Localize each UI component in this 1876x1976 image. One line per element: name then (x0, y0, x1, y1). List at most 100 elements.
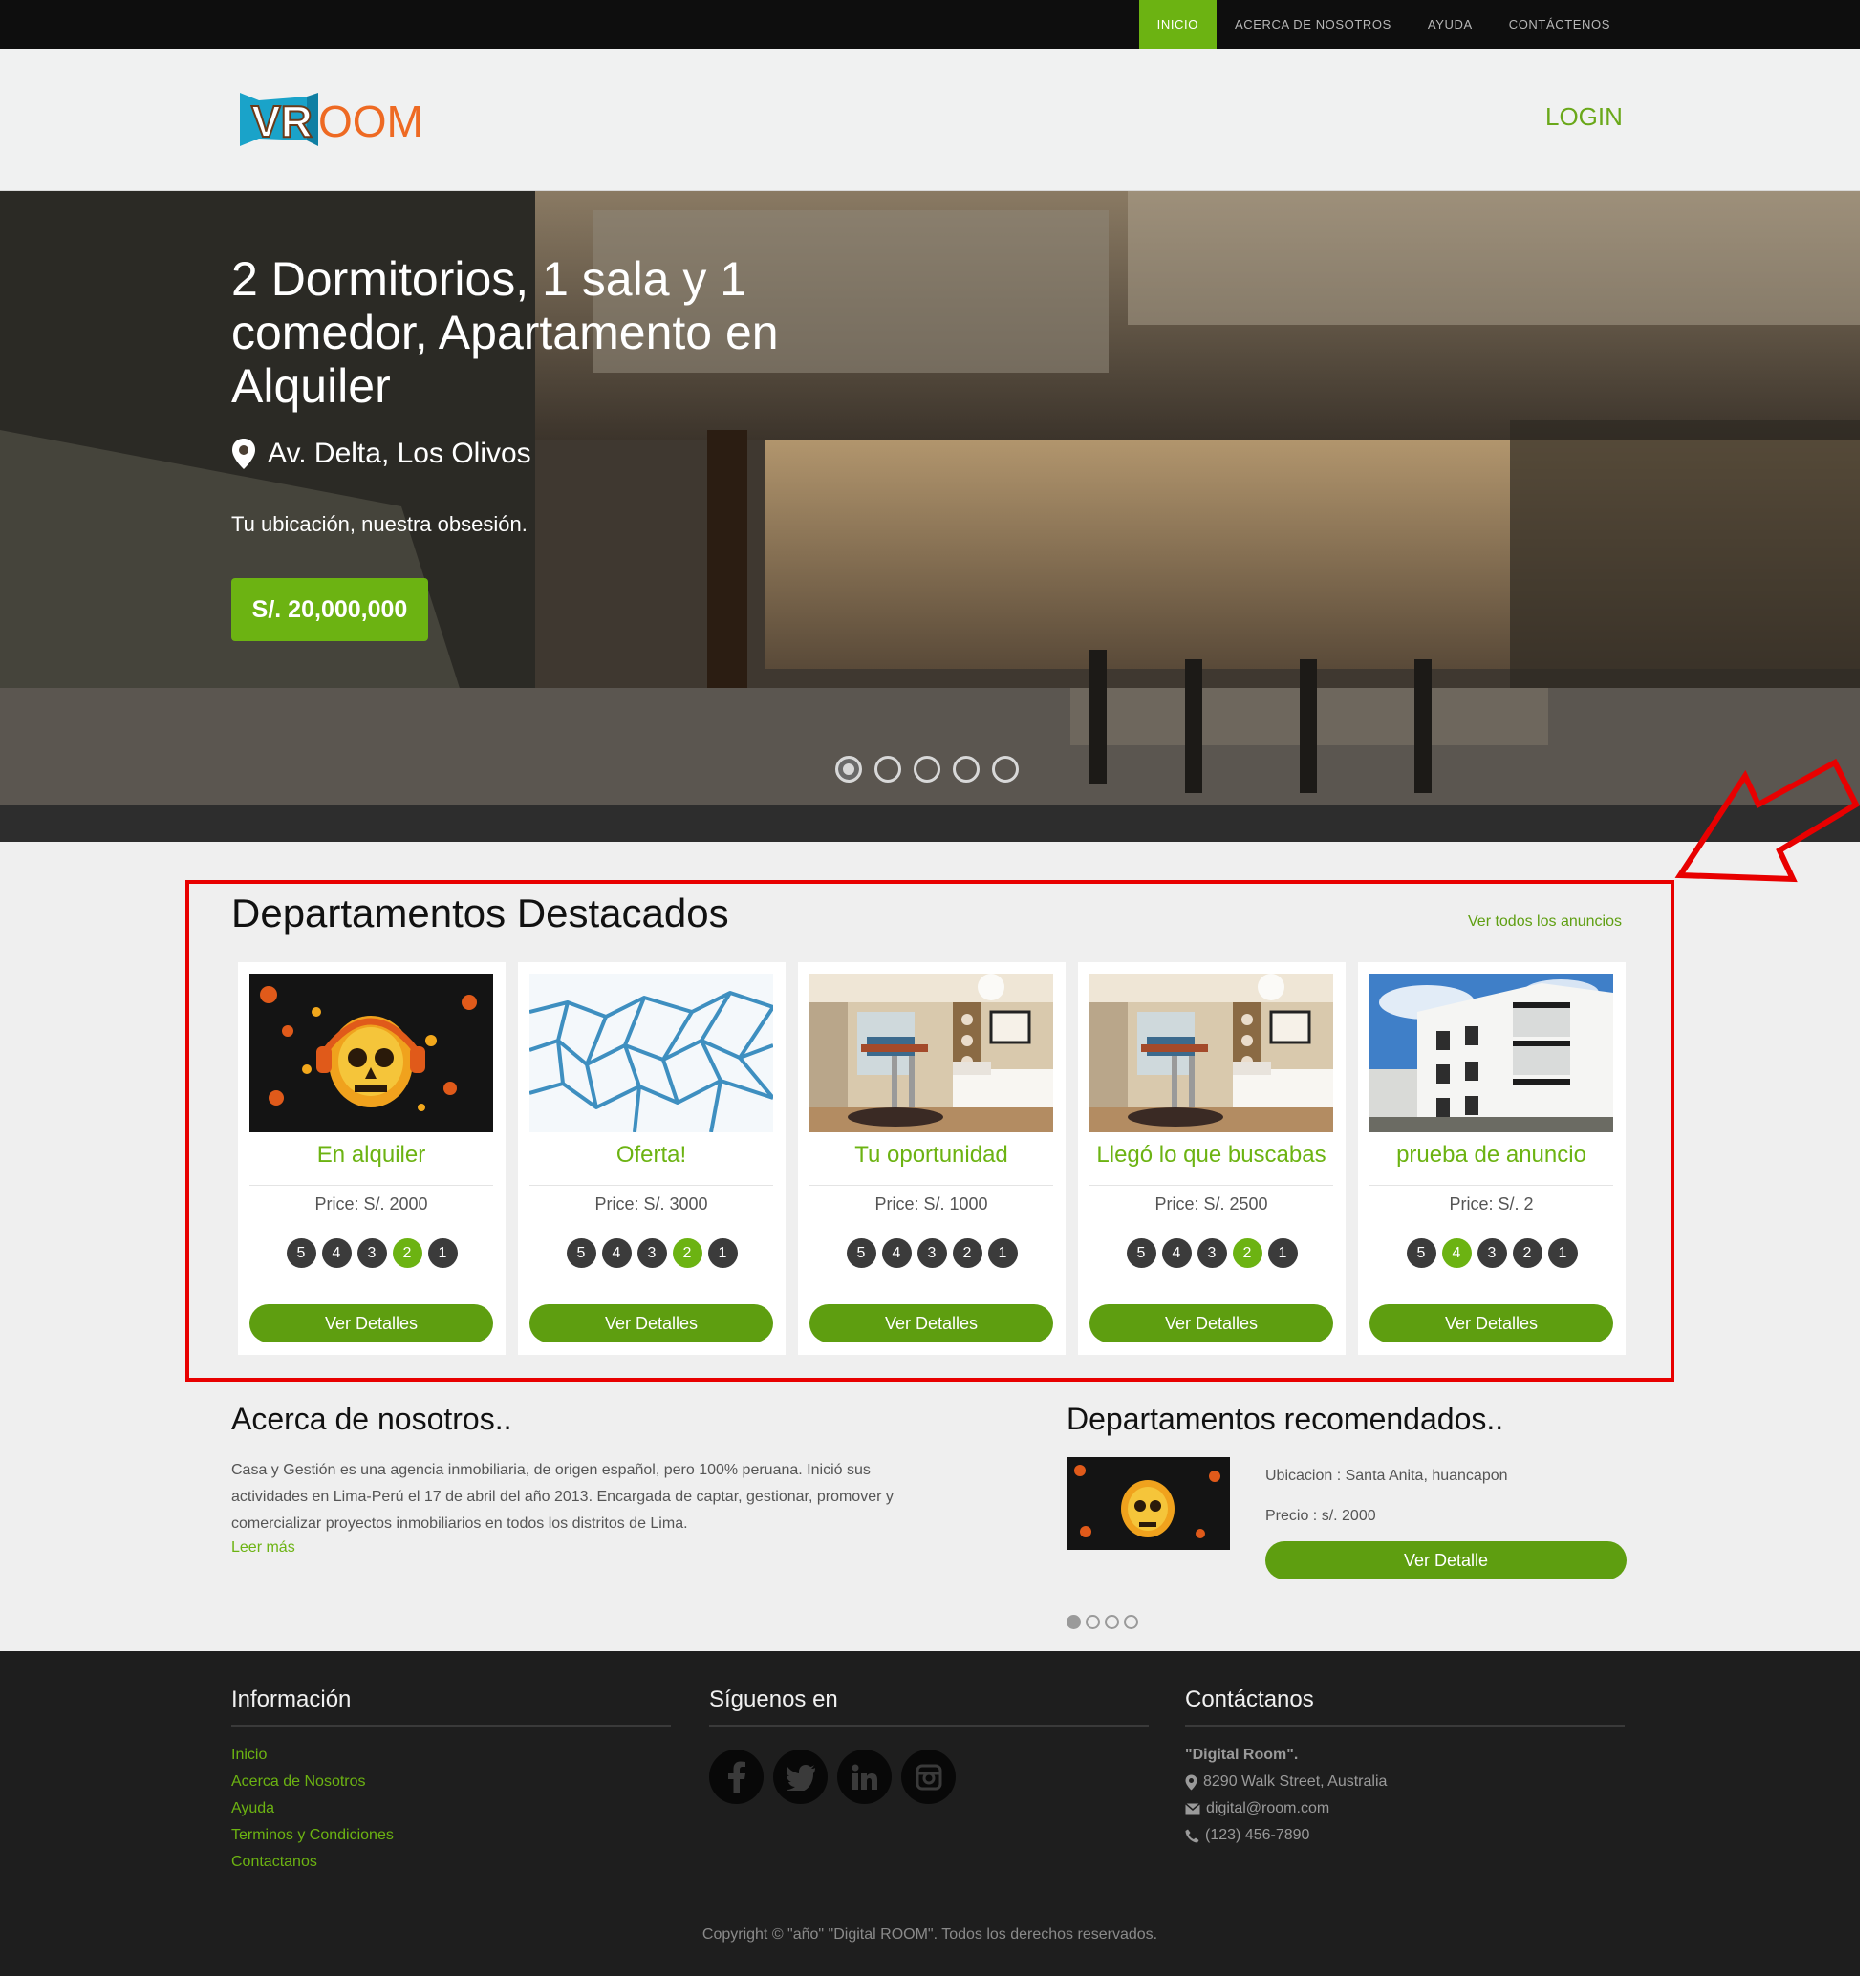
footer-link-terminos[interactable]: Terminos y Condiciones (231, 1822, 671, 1849)
contact-email-text[interactable]: digital@room.com (1206, 1795, 1329, 1822)
nav-inicio[interactable]: INICIO (1138, 0, 1217, 49)
details-button[interactable]: Ver Detalles (1369, 1304, 1613, 1342)
hero-dot[interactable] (835, 756, 862, 783)
login-link[interactable]: LOGIN (1545, 102, 1623, 132)
linkedin-icon[interactable] (837, 1750, 892, 1804)
hero-pagination (835, 756, 1019, 783)
rating-5[interactable]: 5 (566, 1238, 596, 1268)
hero-title: 2 Dormitorios, 1 sala y 1 comedor, Apart… (231, 252, 779, 413)
rating-5[interactable]: 5 (846, 1238, 876, 1268)
property-card: Tu oportunidad Price: S/. 1000 5 4 3 2 1… (798, 962, 1066, 1355)
footer-link-inicio[interactable]: Inicio (231, 1742, 671, 1769)
recommended-dot[interactable] (1086, 1615, 1100, 1629)
copyright: Copyright © "año" "Digital ROOM". Todos … (701, 1926, 1158, 1943)
recommended-dot[interactable] (1067, 1615, 1081, 1629)
featured-title: Departamentos Destacados (231, 891, 729, 935)
phone-icon (1185, 1829, 1199, 1842)
footer-contact-column: Contáctanos "Digital Room". 8290 Walk St… (1185, 1686, 1625, 1849)
rating-5[interactable]: 5 (1126, 1238, 1156, 1268)
hero-dot[interactable] (914, 756, 940, 783)
footer-social-title: Síguenos en (709, 1686, 1149, 1727)
rating-1[interactable]: 1 (1267, 1238, 1298, 1268)
property-image[interactable] (809, 974, 1053, 1132)
see-all-link[interactable]: Ver todos los anuncios (1468, 913, 1622, 931)
details-button[interactable]: Ver Detalles (1089, 1304, 1333, 1342)
property-image[interactable] (529, 974, 773, 1132)
rating-1[interactable]: 1 (1547, 1238, 1578, 1268)
property-image[interactable] (249, 974, 493, 1132)
rating-3[interactable]: 3 (916, 1238, 947, 1268)
rating-1[interactable]: 1 (427, 1238, 458, 1268)
hero-bottom-strip (0, 805, 1860, 842)
footer-link-contactanos[interactable]: Contactanos (231, 1849, 671, 1876)
rating-1[interactable]: 1 (707, 1238, 738, 1268)
rating-2[interactable]: 2 (952, 1238, 982, 1268)
footer-link-acerca[interactable]: Acerca de Nosotros (231, 1769, 671, 1795)
property-title[interactable]: Oferta! (529, 1142, 773, 1169)
rating-4[interactable]: 4 (1441, 1238, 1472, 1268)
divider (1089, 1185, 1333, 1186)
recommended-dot[interactable] (1105, 1615, 1119, 1629)
recommended-title: Departamentos recomendados.. (1067, 1402, 1504, 1436)
property-image[interactable] (1369, 974, 1613, 1132)
hero-dot[interactable] (874, 756, 901, 783)
property-title[interactable]: Tu oportunidad (809, 1142, 1053, 1169)
rating-4[interactable]: 4 (321, 1238, 352, 1268)
divider (249, 1185, 493, 1186)
rating-3[interactable]: 3 (356, 1238, 387, 1268)
vroom-logo[interactable]: VR OOM (240, 87, 421, 150)
instagram-icon[interactable] (901, 1750, 956, 1804)
hero-dot[interactable] (953, 756, 980, 783)
property-price: Price: S/. 3000 (594, 1194, 708, 1214)
recommended-image[interactable] (1067, 1457, 1230, 1550)
property-image[interactable] (1089, 974, 1333, 1132)
rating-2[interactable]: 2 (392, 1238, 422, 1268)
rating-2[interactable]: 2 (1232, 1238, 1262, 1268)
map-pin-icon (1185, 1774, 1197, 1790)
twitter-icon[interactable] (773, 1750, 828, 1804)
about-text: Casa y Gestión es una agencia inmobiliar… (231, 1462, 894, 1532)
rating-1[interactable]: 1 (987, 1238, 1018, 1268)
rating-3[interactable]: 3 (1477, 1238, 1507, 1268)
property-title[interactable]: prueba de anuncio (1369, 1142, 1613, 1169)
rating-4[interactable]: 4 (601, 1238, 632, 1268)
rating-5[interactable]: 5 (286, 1238, 316, 1268)
rating-4[interactable]: 4 (1161, 1238, 1192, 1268)
rating: 5 4 3 2 1 (1358, 1238, 1626, 1268)
right-gutter (1860, 0, 1876, 1976)
rating-2[interactable]: 2 (672, 1238, 702, 1268)
about-title: Acerca de nosotros.. (231, 1402, 512, 1436)
rating-3[interactable]: 3 (1197, 1238, 1227, 1268)
property-price: Price: S/. 2 (1449, 1194, 1534, 1214)
property-title[interactable]: En alquiler (249, 1142, 493, 1169)
property-card: En alquiler Price: S/. 2000 5 4 3 2 1 Ve… (238, 962, 506, 1355)
rating: 5 4 3 2 1 (518, 1238, 786, 1268)
rating-2[interactable]: 2 (1512, 1238, 1542, 1268)
recommended-location: Ubicacion : Santa Anita, huancapon (1265, 1468, 1508, 1484)
page: INICIO ACERCA DE NOSOTROS AYUDA CONTÁCTE… (0, 0, 1860, 1976)
recommended-details-button[interactable]: Ver Detalle (1265, 1541, 1627, 1579)
read-more-link[interactable]: Leer más (231, 1539, 295, 1557)
rating-5[interactable]: 5 (1406, 1238, 1436, 1268)
property-price: Price: S/. 2000 (314, 1194, 428, 1214)
rating-3[interactable]: 3 (636, 1238, 667, 1268)
hero-price-button[interactable]: S/. 20,000,000 (231, 578, 428, 641)
details-button[interactable]: Ver Detalles (529, 1304, 773, 1342)
details-button[interactable]: Ver Detalles (249, 1304, 493, 1342)
nav-contactenos[interactable]: CONTÁCTENOS (1491, 0, 1628, 49)
header: VR OOM LOGIN (0, 49, 1860, 191)
recommended-pagination (1067, 1615, 1138, 1629)
details-button[interactable]: Ver Detalles (809, 1304, 1053, 1342)
facebook-icon[interactable] (709, 1750, 764, 1804)
recommended-dot[interactable] (1124, 1615, 1138, 1629)
map-pin-icon (232, 439, 255, 469)
contact-email: digital@room.com (1185, 1795, 1625, 1822)
nav-acerca[interactable]: ACERCA DE NOSOTROS (1217, 0, 1410, 49)
hero-dot[interactable] (992, 756, 1019, 783)
property-title[interactable]: Llegó lo que buscabas (1089, 1142, 1333, 1169)
footer-link-ayuda[interactable]: Ayuda (231, 1795, 671, 1822)
footer-info-column: Información Inicio Acerca de Nosotros Ay… (231, 1686, 671, 1876)
rating: 5 4 3 2 1 (798, 1238, 1066, 1268)
rating-4[interactable]: 4 (881, 1238, 912, 1268)
nav-ayuda[interactable]: AYUDA (1410, 0, 1491, 49)
